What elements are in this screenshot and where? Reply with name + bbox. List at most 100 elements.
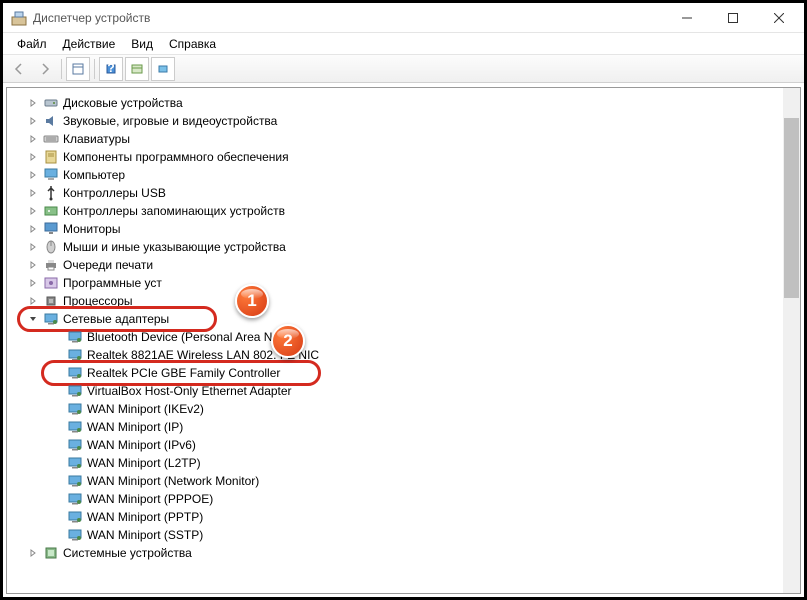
printer-icon: [43, 257, 59, 273]
tree-item-label: WAN Miniport (PPPOE): [87, 492, 213, 506]
toolbar-button-1[interactable]: [66, 57, 90, 81]
expand-arrow-icon[interactable]: [27, 260, 39, 270]
menu-view[interactable]: Вид: [123, 35, 161, 53]
toolbar-separator: [94, 59, 95, 79]
tree-item[interactable]: Дисковые устройства: [9, 94, 783, 112]
usb-icon: [43, 185, 59, 201]
net-icon: [67, 437, 83, 453]
toolbar-button-2[interactable]: ?: [99, 57, 123, 81]
toolbar-button-4[interactable]: [151, 57, 175, 81]
net-icon: [67, 491, 83, 507]
menu-file[interactable]: Файл: [9, 35, 55, 53]
computer-icon: [43, 167, 59, 183]
toolbar-button-3[interactable]: [125, 57, 149, 81]
menu-help[interactable]: Справка: [161, 35, 224, 53]
minimize-button[interactable]: [664, 4, 710, 32]
tree-item-label: Bluetooth Device (Personal Area N: [87, 330, 272, 344]
tree-item[interactable]: Системные устройства: [9, 544, 783, 562]
tree-item-label: Процессоры: [63, 294, 133, 308]
toolbar: ?: [3, 55, 804, 83]
expand-arrow-icon[interactable]: [27, 188, 39, 198]
tree-item[interactable]: WAN Miniport (L2TP): [9, 454, 783, 472]
tree-item-label: Контроллеры USB: [63, 186, 166, 200]
expand-arrow-icon[interactable]: [27, 152, 39, 162]
expand-arrow-icon[interactable]: [27, 296, 39, 306]
tree-item[interactable]: VirtualBox Host-Only Ethernet Adapter: [9, 382, 783, 400]
tree-item[interactable]: Программные уст: [9, 274, 783, 292]
net-icon: [67, 473, 83, 489]
scrollbar[interactable]: [783, 88, 800, 593]
tree-item[interactable]: Realtek 8821AE Wireless LAN 802. I-E NIC: [9, 346, 783, 364]
scrollbar-thumb[interactable]: [784, 118, 799, 298]
expand-arrow-icon[interactable]: [27, 548, 39, 558]
expand-arrow-icon[interactable]: [27, 278, 39, 288]
tree-item[interactable]: Сетевые адаптеры: [9, 310, 783, 328]
tree-item[interactable]: Bluetooth Device (Personal Area N: [9, 328, 783, 346]
tree-item-label: WAN Miniport (L2TP): [87, 456, 201, 470]
forward-button[interactable]: [33, 57, 57, 81]
titlebar: Диспетчер устройств: [3, 3, 804, 33]
expand-arrow-icon[interactable]: [27, 242, 39, 252]
expand-arrow-icon[interactable]: [27, 98, 39, 108]
expand-arrow-icon[interactable]: [27, 116, 39, 126]
device-tree[interactable]: Дисковые устройства Звуковые, игровые и в…: [7, 88, 783, 593]
tree-item[interactable]: WAN Miniport (PPPOE): [9, 490, 783, 508]
svg-text:?: ?: [107, 62, 114, 75]
net-icon: [43, 311, 59, 327]
tree-item[interactable]: Звуковые, игровые и видеоустройства: [9, 112, 783, 130]
tree-item-label: WAN Miniport (PPTP): [87, 510, 203, 524]
net-icon: [67, 383, 83, 399]
tree-item[interactable]: Контроллеры запоминающих устройств: [9, 202, 783, 220]
close-button[interactable]: [756, 4, 802, 32]
tree-item[interactable]: Realtek PCIe GBE Family Controller: [9, 364, 783, 382]
tree-item[interactable]: Контроллеры USB: [9, 184, 783, 202]
tree-item-label: Клавиатуры: [63, 132, 130, 146]
tree-item[interactable]: Процессоры: [9, 292, 783, 310]
tree-item-label: Очереди печати: [63, 258, 153, 272]
swdev-icon: [43, 275, 59, 291]
tree-item[interactable]: WAN Miniport (IKEv2): [9, 400, 783, 418]
back-button[interactable]: [7, 57, 31, 81]
net-icon: [67, 329, 83, 345]
tree-item-label: Мониторы: [63, 222, 120, 236]
app-icon: [11, 10, 27, 26]
keyboard-icon: [43, 131, 59, 147]
tree-item-label: Сетевые адаптеры: [63, 312, 169, 326]
tree-item[interactable]: Очереди печати: [9, 256, 783, 274]
net-icon: [67, 527, 83, 543]
net-icon: [67, 455, 83, 471]
expand-arrow-icon[interactable]: [27, 170, 39, 180]
sound-icon: [43, 113, 59, 129]
tree-item-label: Компоненты программного обеспечения: [63, 150, 289, 164]
tree-item[interactable]: WAN Miniport (PPTP): [9, 508, 783, 526]
tree-item[interactable]: WAN Miniport (IP): [9, 418, 783, 436]
tree-item-label: Дисковые устройства: [63, 96, 183, 110]
net-icon: [67, 347, 83, 363]
sw-icon: [43, 149, 59, 165]
tree-item[interactable]: WAN Miniport (IPv6): [9, 436, 783, 454]
tree-item[interactable]: Компоненты программного обеспечения: [9, 148, 783, 166]
maximize-button[interactable]: [710, 4, 756, 32]
tree-item[interactable]: Клавиатуры: [9, 130, 783, 148]
tree-item-label: Программные уст: [63, 276, 162, 290]
expand-arrow-icon[interactable]: [27, 206, 39, 216]
tree-item-label: Мыши и иные указывающие устройства: [63, 240, 286, 254]
tree-item-label: WAN Miniport (Network Monitor): [87, 474, 259, 488]
mouse-icon: [43, 239, 59, 255]
expand-arrow-icon[interactable]: [27, 314, 39, 324]
tree-item[interactable]: WAN Miniport (Network Monitor): [9, 472, 783, 490]
tree-item-label: Realtek PCIe GBE Family Controller: [87, 366, 280, 380]
system-icon: [43, 545, 59, 561]
storage-icon: [43, 203, 59, 219]
menu-action[interactable]: Действие: [55, 35, 124, 53]
net-icon: [67, 509, 83, 525]
tree-item[interactable]: Мониторы: [9, 220, 783, 238]
window-title: Диспетчер устройств: [33, 11, 664, 25]
expand-arrow-icon[interactable]: [27, 224, 39, 234]
tree-item[interactable]: Компьютер: [9, 166, 783, 184]
expand-arrow-icon[interactable]: [27, 134, 39, 144]
tree-item[interactable]: WAN Miniport (SSTP): [9, 526, 783, 544]
tree-item[interactable]: Мыши и иные указывающие устройства: [9, 238, 783, 256]
net-icon: [67, 365, 83, 381]
content-area: Дисковые устройства Звуковые, игровые и в…: [6, 87, 801, 594]
